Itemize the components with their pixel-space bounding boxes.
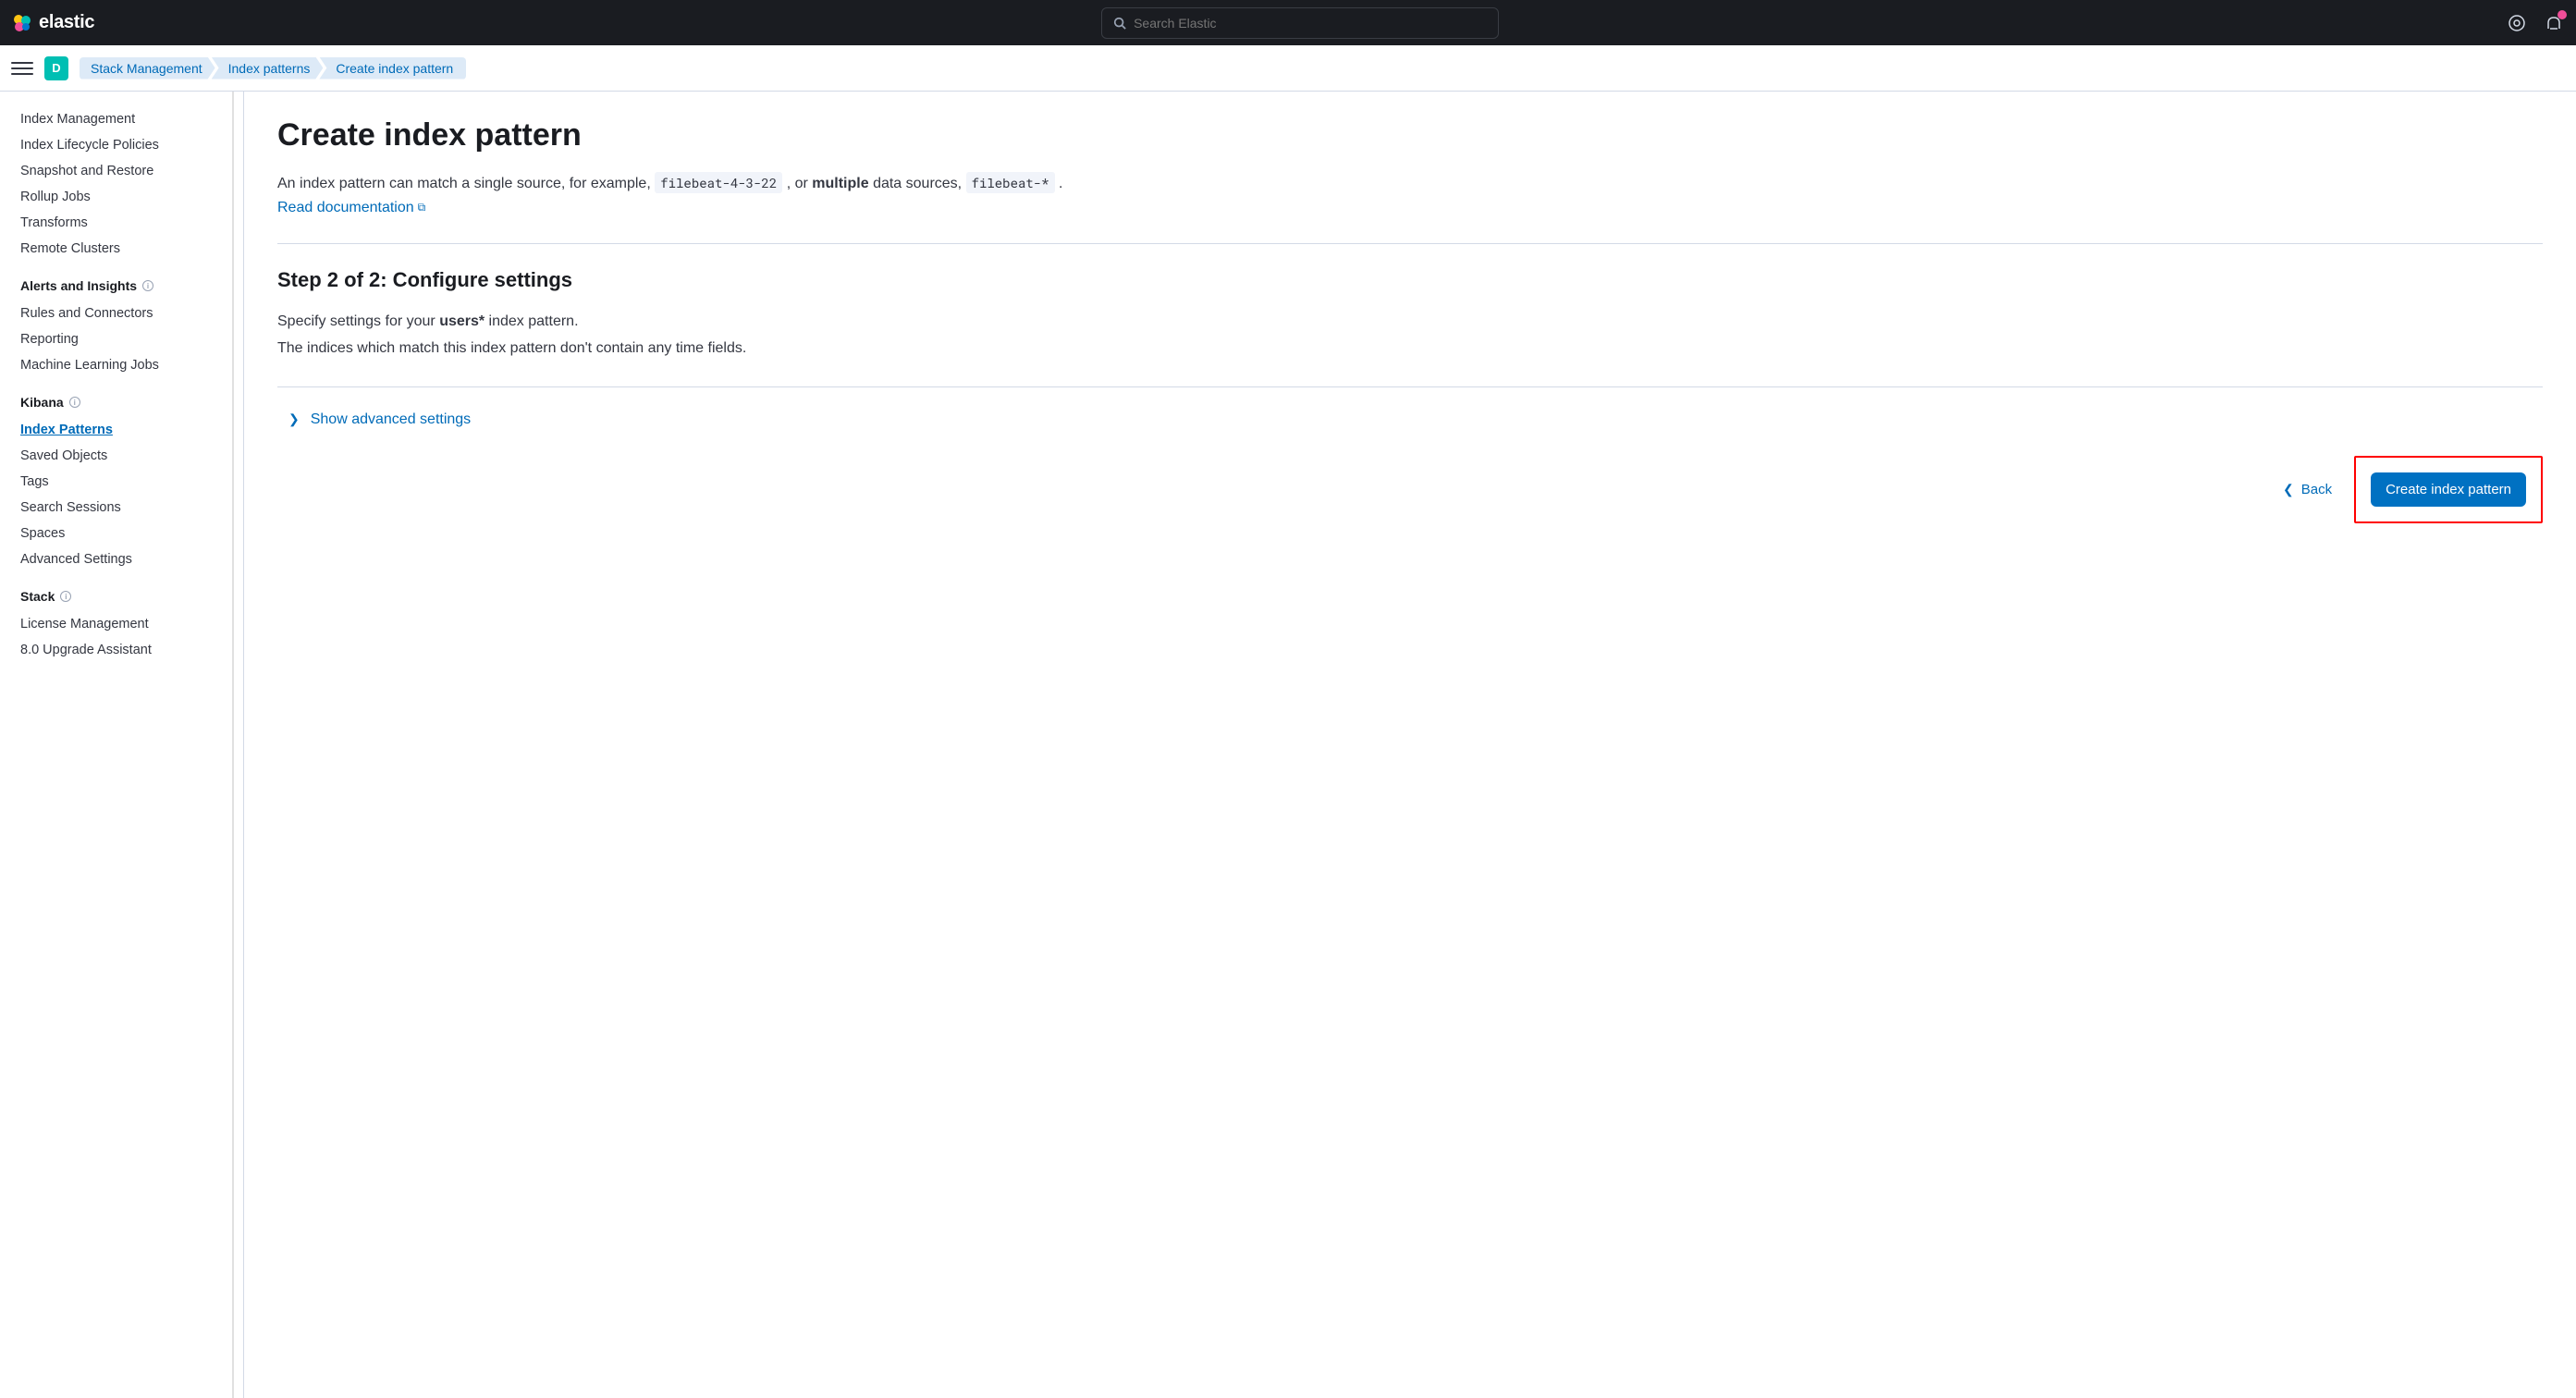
intro-text: data sources, — [873, 176, 966, 191]
logo-area[interactable]: elastic — [11, 12, 94, 34]
external-link-icon: ⧉ — [418, 199, 426, 216]
top-header: elastic — [0, 0, 2576, 45]
breadcrumb-item[interactable]: Create index pattern — [319, 57, 466, 80]
sidebar-section-stack: Stack i — [20, 589, 243, 604]
intro-bold: multiple — [812, 176, 868, 191]
search-icon — [1113, 17, 1126, 30]
sub-header: D Stack Management Index patterns Create… — [0, 45, 2576, 92]
sidebar-item-search-sessions[interactable]: Search Sessions — [20, 495, 243, 521]
step-title: Step 2 of 2: Configure settings — [277, 268, 2543, 292]
divider — [277, 386, 2543, 387]
create-index-pattern-button[interactable]: Create index pattern — [2371, 472, 2526, 507]
back-label: Back — [2301, 482, 2332, 497]
header-actions — [2506, 12, 2565, 34]
pattern-name-bold: users* — [439, 313, 485, 329]
sidebar-item-saved-objects[interactable]: Saved Objects — [20, 443, 243, 469]
info-icon[interactable]: i — [142, 280, 153, 291]
intro-text: . — [1059, 176, 1062, 191]
brand-text: elastic — [39, 12, 94, 33]
search-box[interactable] — [1101, 7, 1499, 39]
advanced-toggle-label: Show advanced settings — [311, 411, 471, 428]
search-input[interactable] — [1134, 16, 1487, 31]
sidebar-section-kibana: Kibana i — [20, 395, 243, 410]
intro-text: An index pattern can match a single sour… — [277, 176, 655, 191]
info-icon[interactable]: i — [60, 591, 71, 602]
actions-row: ❮ Back Create index pattern — [277, 456, 2543, 523]
back-button[interactable]: ❮ Back — [2283, 482, 2332, 497]
documentation-link[interactable]: Read documentation ⧉ — [277, 196, 425, 220]
sidebar-item-license[interactable]: License Management — [20, 611, 243, 637]
sidebar-item-advanced-settings[interactable]: Advanced Settings — [20, 546, 243, 572]
page-title: Create index pattern — [277, 117, 2543, 153]
newsfeed-icon[interactable] — [2543, 12, 2565, 34]
specify-text: Specify settings for your users* index p… — [277, 309, 2543, 336]
hamburger-menu-icon[interactable] — [11, 57, 33, 80]
sidebar-item-remote[interactable]: Remote Clusters — [20, 236, 243, 262]
sidebar-item-ilm[interactable]: Index Lifecycle Policies — [20, 132, 243, 158]
help-icon[interactable] — [2506, 12, 2528, 34]
sidebar-section-alerts: Alerts and Insights i — [20, 278, 243, 293]
page-intro: An index pattern can match a single sour… — [277, 172, 2543, 219]
sidebar-item-spaces[interactable]: Spaces — [20, 521, 243, 546]
breadcrumbs: Stack Management Index patterns Create i… — [80, 57, 466, 80]
intro-text: , or — [787, 176, 813, 191]
specify-prefix: Specify settings for your — [277, 313, 439, 329]
elastic-logo-icon — [11, 12, 33, 34]
section-title-text: Kibana — [20, 395, 64, 410]
breadcrumb-item[interactable]: Index patterns — [212, 57, 324, 80]
sidebar-item-snapshot[interactable]: Snapshot and Restore — [20, 158, 243, 184]
code-example: filebeat-4-3-22 — [655, 172, 782, 193]
no-time-fields-text: The indices which match this index patte… — [277, 336, 2543, 362]
section-title-text: Alerts and Insights — [20, 278, 137, 293]
sidebar-item-upgrade[interactable]: 8.0 Upgrade Assistant — [20, 637, 243, 663]
sidebar-item-reporting[interactable]: Reporting — [20, 326, 243, 352]
breadcrumb-item[interactable]: Stack Management — [80, 57, 215, 80]
specify-suffix: index pattern. — [485, 313, 578, 329]
search-container — [94, 7, 2506, 39]
advanced-settings-toggle[interactable]: ❯ Show advanced settings — [288, 411, 471, 428]
sidebar-item-index-patterns[interactable]: Index Patterns — [20, 417, 243, 443]
divider — [277, 243, 2543, 244]
sidebar-item-index-management[interactable]: Index Management — [20, 106, 243, 132]
sidebar-item-rules[interactable]: Rules and Connectors — [20, 300, 243, 326]
notification-dot — [2558, 10, 2567, 19]
chevron-left-icon: ❮ — [2283, 482, 2294, 497]
sidebar-item-tags[interactable]: Tags — [20, 469, 243, 495]
sidebar-item-ml[interactable]: Machine Learning Jobs — [20, 352, 243, 378]
sidebar: Index Management Index Lifecycle Policie… — [0, 92, 244, 1398]
code-example: filebeat-* — [966, 172, 1055, 193]
sidebar-item-rollup[interactable]: Rollup Jobs — [20, 184, 243, 210]
info-icon[interactable]: i — [69, 397, 80, 408]
chevron-right-icon: ❯ — [288, 411, 300, 427]
doc-link-text: Read documentation — [277, 196, 414, 220]
highlight-annotation: Create index pattern — [2354, 456, 2543, 523]
space-avatar[interactable]: D — [44, 56, 68, 80]
body-layout: Index Management Index Lifecycle Policie… — [0, 92, 2576, 1398]
main-content: Create index pattern An index pattern ca… — [244, 92, 2576, 1398]
sidebar-item-transforms[interactable]: Transforms — [20, 210, 243, 236]
section-title-text: Stack — [20, 589, 55, 604]
